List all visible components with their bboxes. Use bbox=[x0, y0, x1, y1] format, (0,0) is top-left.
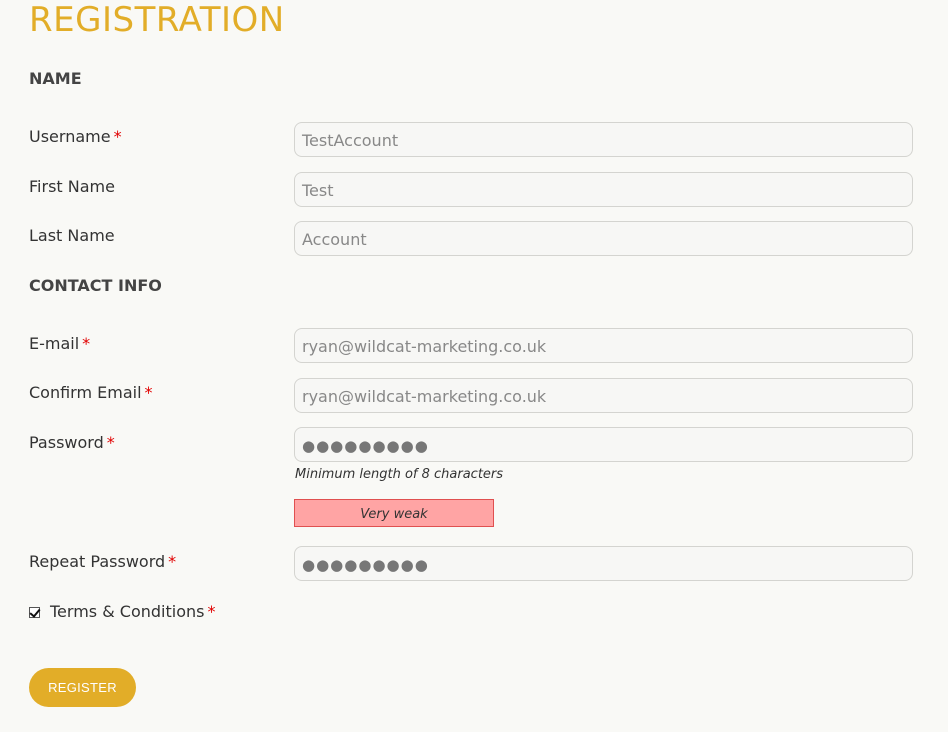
terms-checkbox[interactable] bbox=[29, 606, 40, 618]
required-marker: * bbox=[144, 383, 153, 402]
required-marker: * bbox=[106, 433, 115, 452]
section-heading-name: NAME bbox=[29, 69, 82, 88]
required-marker: * bbox=[113, 127, 122, 146]
password-strength-indicator: Very weak bbox=[294, 499, 494, 527]
section-heading-contact: CONTACT INFO bbox=[29, 276, 162, 295]
last-name-label-text: Last Name bbox=[29, 226, 115, 245]
password-label: Password * bbox=[29, 433, 115, 453]
email-input[interactable]: ryan@wildcat-marketing.co.uk bbox=[294, 328, 913, 363]
terms-label[interactable]: Terms & Conditions * bbox=[50, 602, 215, 622]
repeat-password-label: Repeat Password * bbox=[29, 552, 176, 572]
username-input[interactable]: TestAccount bbox=[294, 122, 913, 157]
page-title: REGISTRATION bbox=[29, 0, 285, 40]
repeat-password-label-text: Repeat Password bbox=[29, 552, 166, 571]
username-label: Username * bbox=[29, 127, 122, 147]
required-marker: * bbox=[168, 552, 177, 571]
last-name-label: Last Name bbox=[29, 226, 115, 246]
confirm-email-label: Confirm Email * bbox=[29, 383, 153, 403]
username-label-text: Username bbox=[29, 127, 111, 146]
confirm-email-input[interactable]: ryan@wildcat-marketing.co.uk bbox=[294, 378, 913, 413]
password-label-text: Password bbox=[29, 433, 104, 452]
terms-row: Terms & Conditions * bbox=[29, 601, 215, 623]
required-marker: * bbox=[207, 602, 216, 621]
first-name-label-text: First Name bbox=[29, 177, 115, 196]
password-hint: Minimum length of 8 characters bbox=[295, 467, 504, 482]
confirm-email-label-text: Confirm Email bbox=[29, 383, 142, 402]
email-label: E-mail * bbox=[29, 334, 90, 354]
first-name-label: First Name bbox=[29, 177, 115, 197]
email-label-text: E-mail bbox=[29, 334, 80, 353]
required-marker: * bbox=[82, 334, 91, 353]
repeat-password-input[interactable]: ●●●●●●●●● bbox=[294, 546, 913, 581]
last-name-input[interactable]: Account bbox=[294, 221, 913, 256]
password-input[interactable]: ●●●●●●●●● bbox=[294, 427, 913, 462]
first-name-input[interactable]: Test bbox=[294, 172, 913, 207]
register-button[interactable]: REGISTER bbox=[29, 668, 136, 707]
terms-label-text: Terms & Conditions bbox=[50, 602, 205, 621]
